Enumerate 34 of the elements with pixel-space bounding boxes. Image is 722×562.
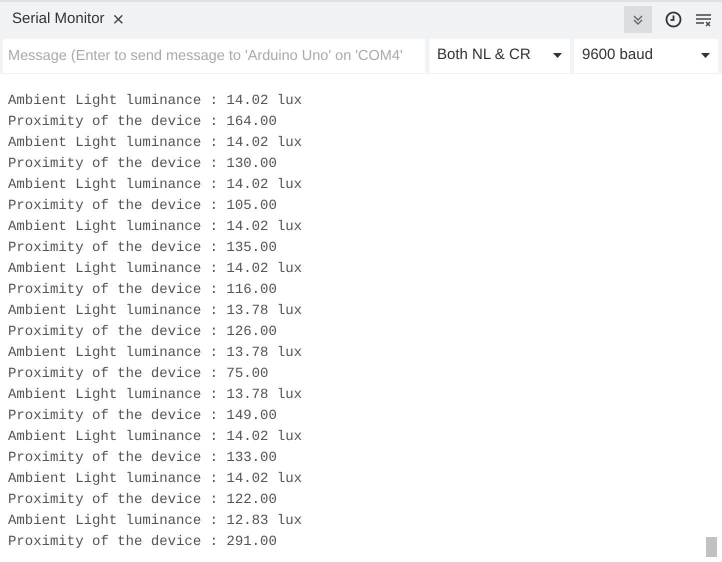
output-line: Proximity of the device : 126.00 xyxy=(8,323,277,342)
output-line: Proximity of the device : 122.00 xyxy=(8,491,277,510)
output-line: Ambient Light luminance : 13.78 lux xyxy=(8,302,302,321)
output-line: Ambient Light luminance : 12.83 lux xyxy=(8,512,302,531)
output-line: Ambient Light luminance : 13.78 lux xyxy=(8,344,302,363)
output-line: Ambient Light luminance : 14.02 lux xyxy=(8,134,302,153)
line-ending-dropdown[interactable]: Both NL & CR xyxy=(429,38,570,72)
tab-title[interactable]: Serial Monitor xyxy=(12,8,105,31)
baud-rate-dropdown[interactable]: 9600 baud xyxy=(574,38,718,72)
output-line: Proximity of the device : 164.00 xyxy=(8,113,277,132)
scrollbar-thumb[interactable] xyxy=(706,537,717,557)
output-line: Proximity of the device : 116.00 xyxy=(8,281,277,300)
output-line: Ambient Light luminance : 14.02 lux xyxy=(8,218,302,237)
output-line: Proximity of the device : 133.00 xyxy=(8,449,277,468)
output-line: Proximity of the device : 149.00 xyxy=(8,407,277,426)
caret-icon xyxy=(701,53,710,58)
output-line: Proximity of the device : 75.00 xyxy=(8,365,268,384)
clock-icon xyxy=(664,11,682,28)
caret-icon xyxy=(553,53,562,58)
output-line: Ambient Light luminance : 14.02 lux xyxy=(8,92,302,111)
output-line: Ambient Light luminance : 14.02 lux xyxy=(8,428,302,447)
double-chevron-down-icon xyxy=(632,14,644,26)
output-line: Ambient Light luminance : 13.78 lux xyxy=(8,386,302,405)
output-line: Proximity of the device : 291.00 xyxy=(8,533,277,552)
output-line: Proximity of the device : 130.00 xyxy=(8,155,277,174)
output-line: Proximity of the device : 105.00 xyxy=(8,197,277,216)
output-line: Ambient Light luminance : 14.02 lux xyxy=(8,470,302,489)
clear-list-icon xyxy=(694,12,712,26)
output-line: Ambient Light luminance : 14.02 lux xyxy=(8,260,302,279)
output-line: Ambient Light luminance : 14.02 lux xyxy=(8,176,302,195)
autoscroll-button[interactable] xyxy=(624,6,652,33)
message-field[interactable]: Message (Enter to send message to 'Arduino Uno' on 'COM4' xyxy=(3,38,425,72)
output-line: Proximity of the device : 135.00 xyxy=(8,239,277,258)
close-button[interactable]: × xyxy=(112,10,124,30)
